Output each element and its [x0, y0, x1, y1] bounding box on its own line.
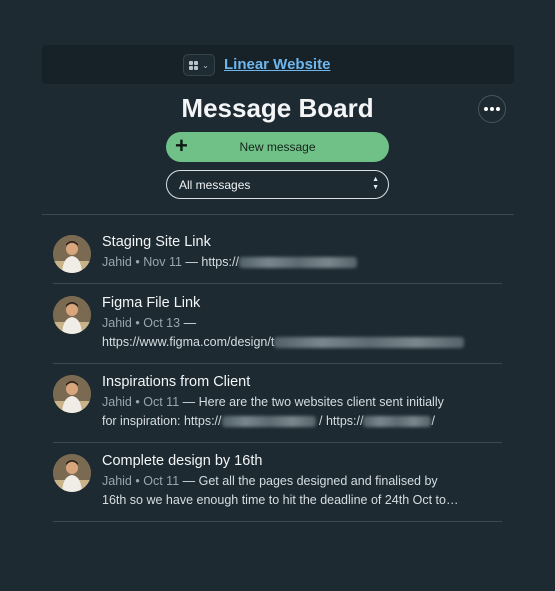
message-title: Complete design by 16th: [102, 453, 263, 469]
avatar: [53, 454, 91, 492]
redacted-text: [221, 416, 316, 428]
divider: [53, 521, 502, 522]
message-excerpt-line2: 16th so we have enough time to hit the d…: [102, 493, 459, 507]
message-date: Nov 11: [143, 255, 182, 269]
redacted-text: [238, 257, 357, 269]
message-author: Jahid: [102, 395, 132, 409]
chevron-down-icon: ⌄: [202, 60, 209, 70]
updown-arrows-icon: ▲ ▼: [372, 176, 379, 191]
divider: [53, 363, 502, 364]
message-excerpt-line2: for inspiration: https://: [102, 414, 222, 428]
message-date: Oct 11: [143, 474, 180, 488]
message-date: Oct 13: [143, 316, 181, 330]
project-header-bar: ⌄ Linear Website: [42, 45, 514, 84]
message-title: Inspirations from Client: [102, 374, 251, 390]
message-excerpt-line2: https://www.figma.com/design/t: [102, 335, 275, 349]
redacted-text: [363, 416, 432, 428]
ellipsis-icon: [484, 107, 488, 111]
new-message-label: New message: [239, 140, 316, 154]
divider: [42, 214, 514, 215]
message-excerpt: — https://: [185, 255, 239, 269]
message-author: Jahid: [102, 316, 132, 330]
message-excerpt-line2-link: / https://: [319, 414, 364, 428]
message-excerpt: —: [183, 316, 197, 330]
project-switcher-button[interactable]: ⌄: [183, 54, 215, 76]
avatar: [53, 235, 91, 273]
new-message-button[interactable]: + New message: [166, 132, 389, 162]
message-title: Staging Site Link: [102, 234, 211, 250]
filter-value: All messages: [179, 177, 251, 192]
message-author: Jahid: [102, 255, 132, 269]
divider: [53, 283, 502, 284]
redacted-text: [274, 337, 465, 349]
divider: [53, 442, 502, 443]
avatar: [53, 296, 91, 334]
plus-icon: +: [175, 133, 188, 158]
project-link[interactable]: Linear Website: [224, 56, 330, 73]
more-options-button[interactable]: [478, 95, 506, 123]
message-excerpt: — Here are the two websites client sent …: [182, 395, 444, 409]
page-title: Message Board: [181, 93, 374, 123]
message-excerpt-line2-end: /: [431, 414, 435, 428]
message-filter-select[interactable]: All messages ▲ ▼: [166, 170, 389, 199]
message-author: Jahid: [102, 474, 132, 488]
grid-icon: [189, 60, 199, 70]
avatar: [53, 375, 91, 413]
message-title: Figma File Link: [102, 295, 201, 311]
message-date: Oct 11: [143, 395, 180, 409]
message-excerpt: — Get all the pages designed and finalis…: [182, 474, 438, 488]
